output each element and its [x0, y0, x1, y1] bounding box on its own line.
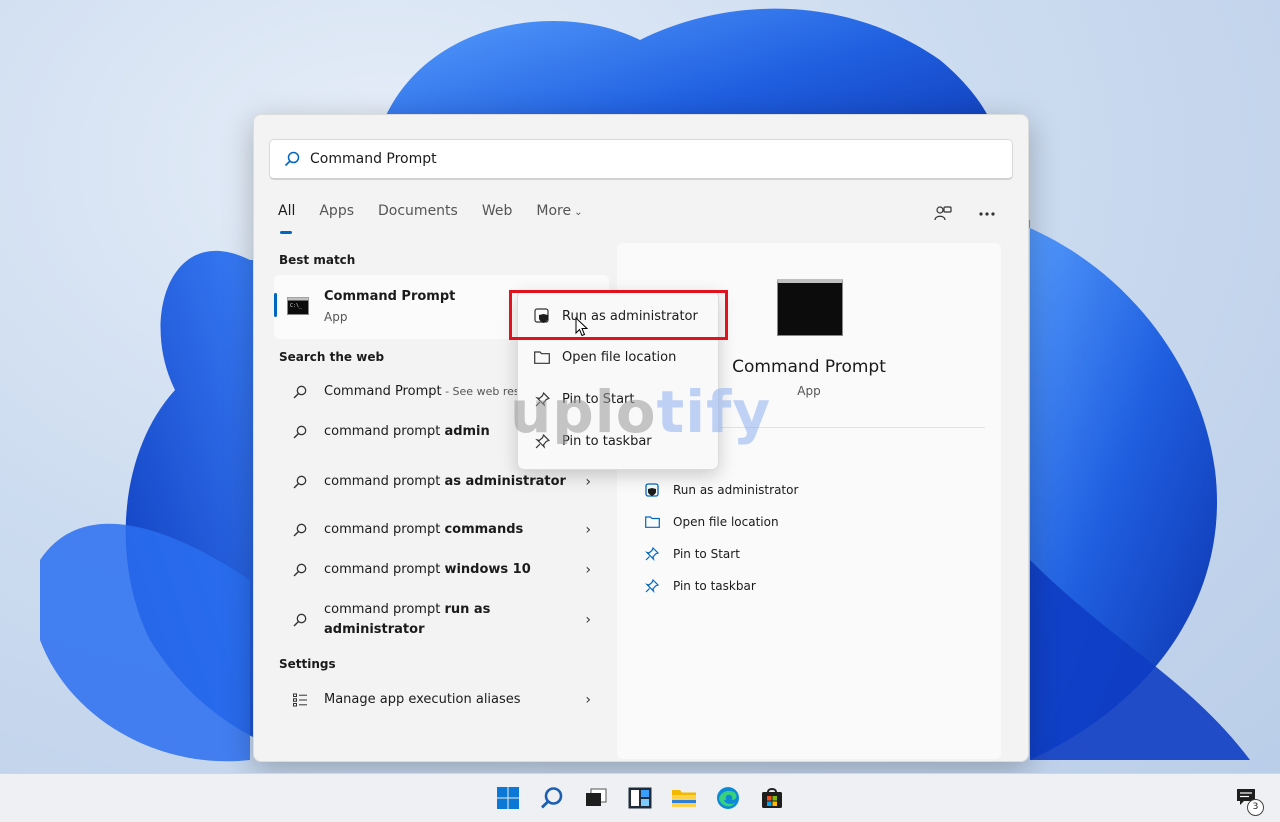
web-result-query: command prompt — [324, 424, 445, 439]
tab-documents-label: Documents — [378, 203, 458, 219]
cmd-icon: C:\_ — [287, 297, 309, 319]
web-result-text: command prompt run as administrator — [324, 600, 585, 640]
action-label: Run as administrator — [673, 483, 799, 497]
web-result-completion: admin — [444, 424, 490, 439]
pin-icon — [532, 434, 552, 449]
tab-documents[interactable]: Documents — [378, 203, 458, 233]
web-result-query: command prompt — [324, 474, 445, 489]
edge-icon[interactable] — [714, 784, 742, 812]
web-result-completion: windows 10 — [444, 562, 531, 577]
menu-item-label: Pin to taskbar — [562, 434, 652, 449]
search-icon — [290, 523, 310, 537]
web-result-completion: as administrator — [444, 474, 566, 489]
task-view-icon[interactable] — [582, 784, 610, 812]
web-result-completion: commands — [444, 522, 524, 537]
action-label: Open file location — [673, 515, 779, 529]
store-icon[interactable] — [758, 784, 786, 812]
selection-indicator — [274, 293, 277, 317]
search-box[interactable] — [269, 139, 1013, 180]
tab-web[interactable]: Web — [482, 203, 513, 233]
tab-web-label: Web — [481, 203, 513, 219]
chevron-right-icon: › — [585, 474, 591, 490]
web-result-query: command prompt — [324, 602, 445, 617]
web-result-query: Command Prompt — [324, 384, 442, 399]
action-label: Pin to taskbar — [673, 579, 756, 593]
search-icon — [290, 563, 310, 577]
web-result-text: command prompt as administrator — [324, 472, 585, 492]
web-result[interactable]: command prompt run as administrator › — [274, 599, 609, 641]
tab-apps[interactable]: Apps — [319, 203, 354, 233]
cmd-large-icon — [777, 279, 843, 336]
widgets-icon[interactable] — [626, 784, 654, 812]
chevron-right-icon: › — [585, 522, 591, 538]
tab-all-label: All — [278, 203, 296, 219]
taskbar-icons — [494, 784, 786, 812]
search-input[interactable] — [308, 150, 992, 168]
taskbar: 3 — [0, 773, 1280, 822]
notification-count-badge: 3 — [1247, 799, 1264, 816]
details-pin-to-taskbar[interactable]: Pin to taskbar — [643, 579, 756, 593]
notification-center-icon[interactable]: 3 — [1236, 788, 1264, 816]
svg-text:C:\_: C:\_ — [290, 303, 303, 309]
web-result-text: command prompt windows 10 — [324, 560, 585, 580]
settings-result-label: Manage app execution aliases — [324, 692, 521, 707]
best-match-title: Command Prompt — [324, 289, 456, 304]
web-result-query: command prompt — [324, 562, 445, 577]
search-icon — [290, 475, 310, 489]
folder-icon — [643, 516, 661, 528]
tab-all[interactable]: All — [278, 203, 296, 234]
context-menu: Run as administrator Open file location … — [517, 290, 719, 470]
search-icon — [290, 613, 310, 627]
best-match-subtitle: App — [324, 310, 348, 324]
pin-icon — [643, 547, 661, 561]
best-match-heading: Best match — [279, 253, 356, 267]
file-explorer-icon[interactable] — [670, 784, 698, 812]
start-icon[interactable] — [494, 784, 522, 812]
web-result[interactable]: command prompt windows 10 › — [274, 559, 609, 581]
action-label: Pin to Start — [673, 547, 740, 561]
top-icons — [932, 203, 998, 225]
web-result-hint: - See web resu — [441, 385, 527, 398]
tab-more[interactable]: More ⌄ — [536, 203, 582, 233]
more-options-icon[interactable] — [976, 203, 998, 225]
shield-icon — [532, 308, 552, 324]
web-result[interactable]: command prompt commands › — [274, 519, 609, 541]
details-open-file-location[interactable]: Open file location — [643, 515, 779, 529]
details-run-as-admin[interactable]: Run as administrator — [643, 483, 798, 497]
shield-icon — [643, 483, 661, 497]
search-icon — [284, 150, 302, 168]
chevron-right-icon: › — [585, 562, 591, 578]
mouse-cursor-icon — [575, 317, 589, 337]
chevron-right-icon: › — [585, 612, 591, 628]
menu-item-label: Pin to Start — [562, 392, 635, 407]
tab-apps-label: Apps — [319, 203, 355, 219]
list-icon — [290, 693, 310, 707]
details-pin-to-start[interactable]: Pin to Start — [643, 547, 740, 561]
search-web-heading: Search the web — [279, 350, 385, 364]
menu-item-pin-to-start[interactable]: Pin to Start — [532, 392, 634, 407]
menu-item-pin-to-taskbar[interactable]: Pin to taskbar — [532, 434, 652, 449]
search-icon — [290, 385, 310, 399]
pin-icon — [532, 392, 552, 407]
chevron-down-icon: ⌄ — [574, 207, 583, 218]
web-result-query: command prompt — [324, 522, 445, 537]
share-account-icon[interactable] — [932, 203, 954, 225]
menu-item-run-as-admin[interactable]: Run as administrator — [532, 308, 698, 324]
search-icon[interactable] — [538, 784, 566, 812]
search-tabs: All Apps Documents Web More ⌄ — [278, 203, 606, 234]
chevron-right-icon: › — [585, 692, 591, 708]
search-icon — [290, 425, 310, 439]
settings-result[interactable]: Manage app execution aliases › — [274, 689, 609, 711]
folder-icon — [532, 351, 552, 364]
settings-heading: Settings — [279, 657, 336, 671]
tab-more-label: More — [536, 203, 572, 219]
pin-icon — [643, 579, 661, 593]
menu-item-open-file-location[interactable]: Open file location — [532, 350, 676, 365]
web-result-text: command prompt commands — [324, 520, 585, 540]
menu-item-label: Open file location — [562, 350, 677, 365]
